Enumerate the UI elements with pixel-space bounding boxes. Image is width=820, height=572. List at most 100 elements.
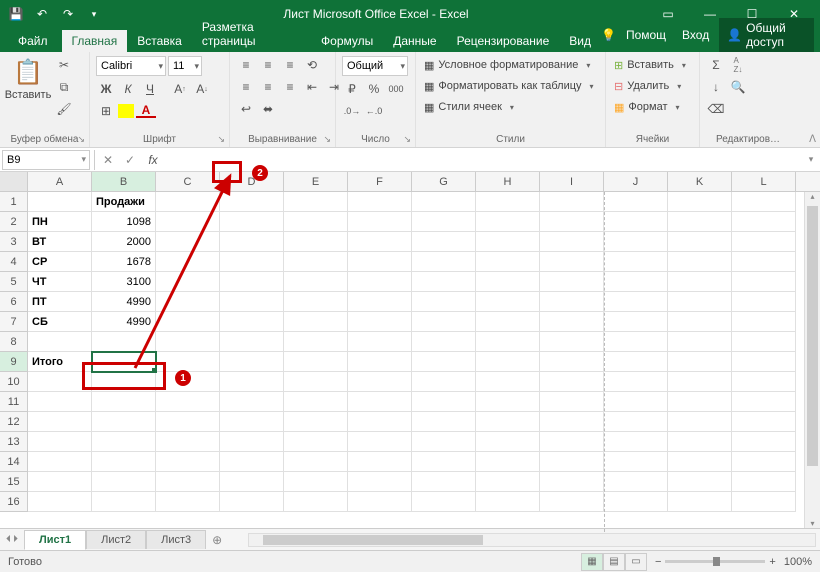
cell-J1[interactable]: [604, 192, 668, 212]
cell-E2[interactable]: [284, 212, 348, 232]
cell-C6[interactable]: [156, 292, 220, 312]
cell-B5[interactable]: 3100: [92, 272, 156, 292]
cell-K2[interactable]: [668, 212, 732, 232]
cell-D16[interactable]: [220, 492, 284, 512]
qat-customize-icon[interactable]: ▾: [84, 4, 104, 24]
cell-K6[interactable]: [668, 292, 732, 312]
cell-G9[interactable]: [412, 352, 476, 372]
cell-L6[interactable]: [732, 292, 796, 312]
cell-H12[interactable]: [476, 412, 540, 432]
cell-D8[interactable]: [220, 332, 284, 352]
cell-K5[interactable]: [668, 272, 732, 292]
row-header-15[interactable]: 15: [0, 472, 28, 492]
cell-J8[interactable]: [604, 332, 668, 352]
tab-help[interactable]: Помощ: [620, 24, 672, 46]
sheet-tab-1[interactable]: Лист1: [24, 530, 86, 550]
cell-I16[interactable]: [540, 492, 604, 512]
row-header-1[interactable]: 1: [0, 192, 28, 212]
cell-F15[interactable]: [348, 472, 412, 492]
wrap-text-icon[interactable]: ↩: [236, 100, 256, 118]
format-painter-icon[interactable]: 🖌: [54, 100, 74, 118]
cell-J6[interactable]: [604, 292, 668, 312]
tab-home[interactable]: Главная: [62, 30, 128, 52]
cell-A14[interactable]: [28, 452, 92, 472]
font-launcher-icon[interactable]: ↘: [217, 134, 225, 145]
cell-D1[interactable]: [220, 192, 284, 212]
col-header-k[interactable]: K: [668, 172, 732, 191]
align-middle-icon[interactable]: ≡: [258, 56, 278, 74]
paste-button[interactable]: 📋 Вставить: [6, 56, 50, 103]
cell-D12[interactable]: [220, 412, 284, 432]
grow-font-icon[interactable]: A↑: [170, 80, 190, 98]
shrink-font-icon[interactable]: A↓: [192, 80, 212, 98]
cell-I2[interactable]: [540, 212, 604, 232]
cell-C12[interactable]: [156, 412, 220, 432]
select-all-corner[interactable]: [0, 172, 28, 191]
align-right-icon[interactable]: ≡: [280, 78, 300, 96]
row-header-14[interactable]: 14: [0, 452, 28, 472]
cell-F4[interactable]: [348, 252, 412, 272]
row-header-5[interactable]: 5: [0, 272, 28, 292]
cell-G10[interactable]: [412, 372, 476, 392]
cell-J16[interactable]: [604, 492, 668, 512]
row-header-7[interactable]: 7: [0, 312, 28, 332]
cell-K7[interactable]: [668, 312, 732, 332]
cell-I6[interactable]: [540, 292, 604, 312]
cell-G12[interactable]: [412, 412, 476, 432]
cell-H10[interactable]: [476, 372, 540, 392]
sheet-nav-first-icon[interactable]: ⏴: [6, 534, 11, 545]
bold-button[interactable]: Ж: [96, 80, 116, 98]
cell-E10[interactable]: [284, 372, 348, 392]
cell-L14[interactable]: [732, 452, 796, 472]
cell-F7[interactable]: [348, 312, 412, 332]
cell-D7[interactable]: [220, 312, 284, 332]
cell-K11[interactable]: [668, 392, 732, 412]
cell-F6[interactable]: [348, 292, 412, 312]
cell-E9[interactable]: [284, 352, 348, 372]
col-header-b[interactable]: B: [92, 172, 156, 191]
autosum-icon[interactable]: Σ: [706, 56, 726, 74]
name-box[interactable]: B9: [2, 150, 90, 170]
cell-D10[interactable]: [220, 372, 284, 392]
cell-H13[interactable]: [476, 432, 540, 452]
italic-button[interactable]: К: [118, 80, 138, 98]
cell-H8[interactable]: [476, 332, 540, 352]
cell-F8[interactable]: [348, 332, 412, 352]
cell-J11[interactable]: [604, 392, 668, 412]
cell-B3[interactable]: 2000: [92, 232, 156, 252]
redo-icon[interactable]: ↷: [58, 4, 78, 24]
cell-K4[interactable]: [668, 252, 732, 272]
tell-me-icon[interactable]: 💡: [601, 28, 616, 42]
cell-D15[interactable]: [220, 472, 284, 492]
cut-icon[interactable]: ✂: [54, 56, 74, 74]
cell-A11[interactable]: [28, 392, 92, 412]
cell-H3[interactable]: [476, 232, 540, 252]
cell-G3[interactable]: [412, 232, 476, 252]
cell-J12[interactable]: [604, 412, 668, 432]
merge-cells-icon[interactable]: ⬌: [258, 100, 278, 118]
cell-A15[interactable]: [28, 472, 92, 492]
cell-F5[interactable]: [348, 272, 412, 292]
tab-login[interactable]: Вход: [676, 24, 715, 46]
cell-H5[interactable]: [476, 272, 540, 292]
cell-D14[interactable]: [220, 452, 284, 472]
view-page-break-icon[interactable]: ▭: [625, 553, 647, 571]
cell-I1[interactable]: [540, 192, 604, 212]
tab-formulas[interactable]: Формулы: [311, 30, 383, 52]
cell-I11[interactable]: [540, 392, 604, 412]
cell-B13[interactable]: [92, 432, 156, 452]
cell-E6[interactable]: [284, 292, 348, 312]
cell-B9[interactable]: [92, 352, 156, 372]
cell-J7[interactable]: [604, 312, 668, 332]
increase-decimal-icon[interactable]: .0→: [342, 102, 362, 120]
clipboard-launcher-icon[interactable]: ↘: [77, 134, 85, 145]
cell-G15[interactable]: [412, 472, 476, 492]
col-header-i[interactable]: I: [540, 172, 604, 191]
vertical-scrollbar[interactable]: [804, 192, 820, 528]
col-header-l[interactable]: L: [732, 172, 796, 191]
thousands-icon[interactable]: 000: [386, 80, 406, 98]
cell-H9[interactable]: [476, 352, 540, 372]
cell-L11[interactable]: [732, 392, 796, 412]
number-format-combo[interactable]: Общий: [342, 56, 408, 76]
cell-K9[interactable]: [668, 352, 732, 372]
